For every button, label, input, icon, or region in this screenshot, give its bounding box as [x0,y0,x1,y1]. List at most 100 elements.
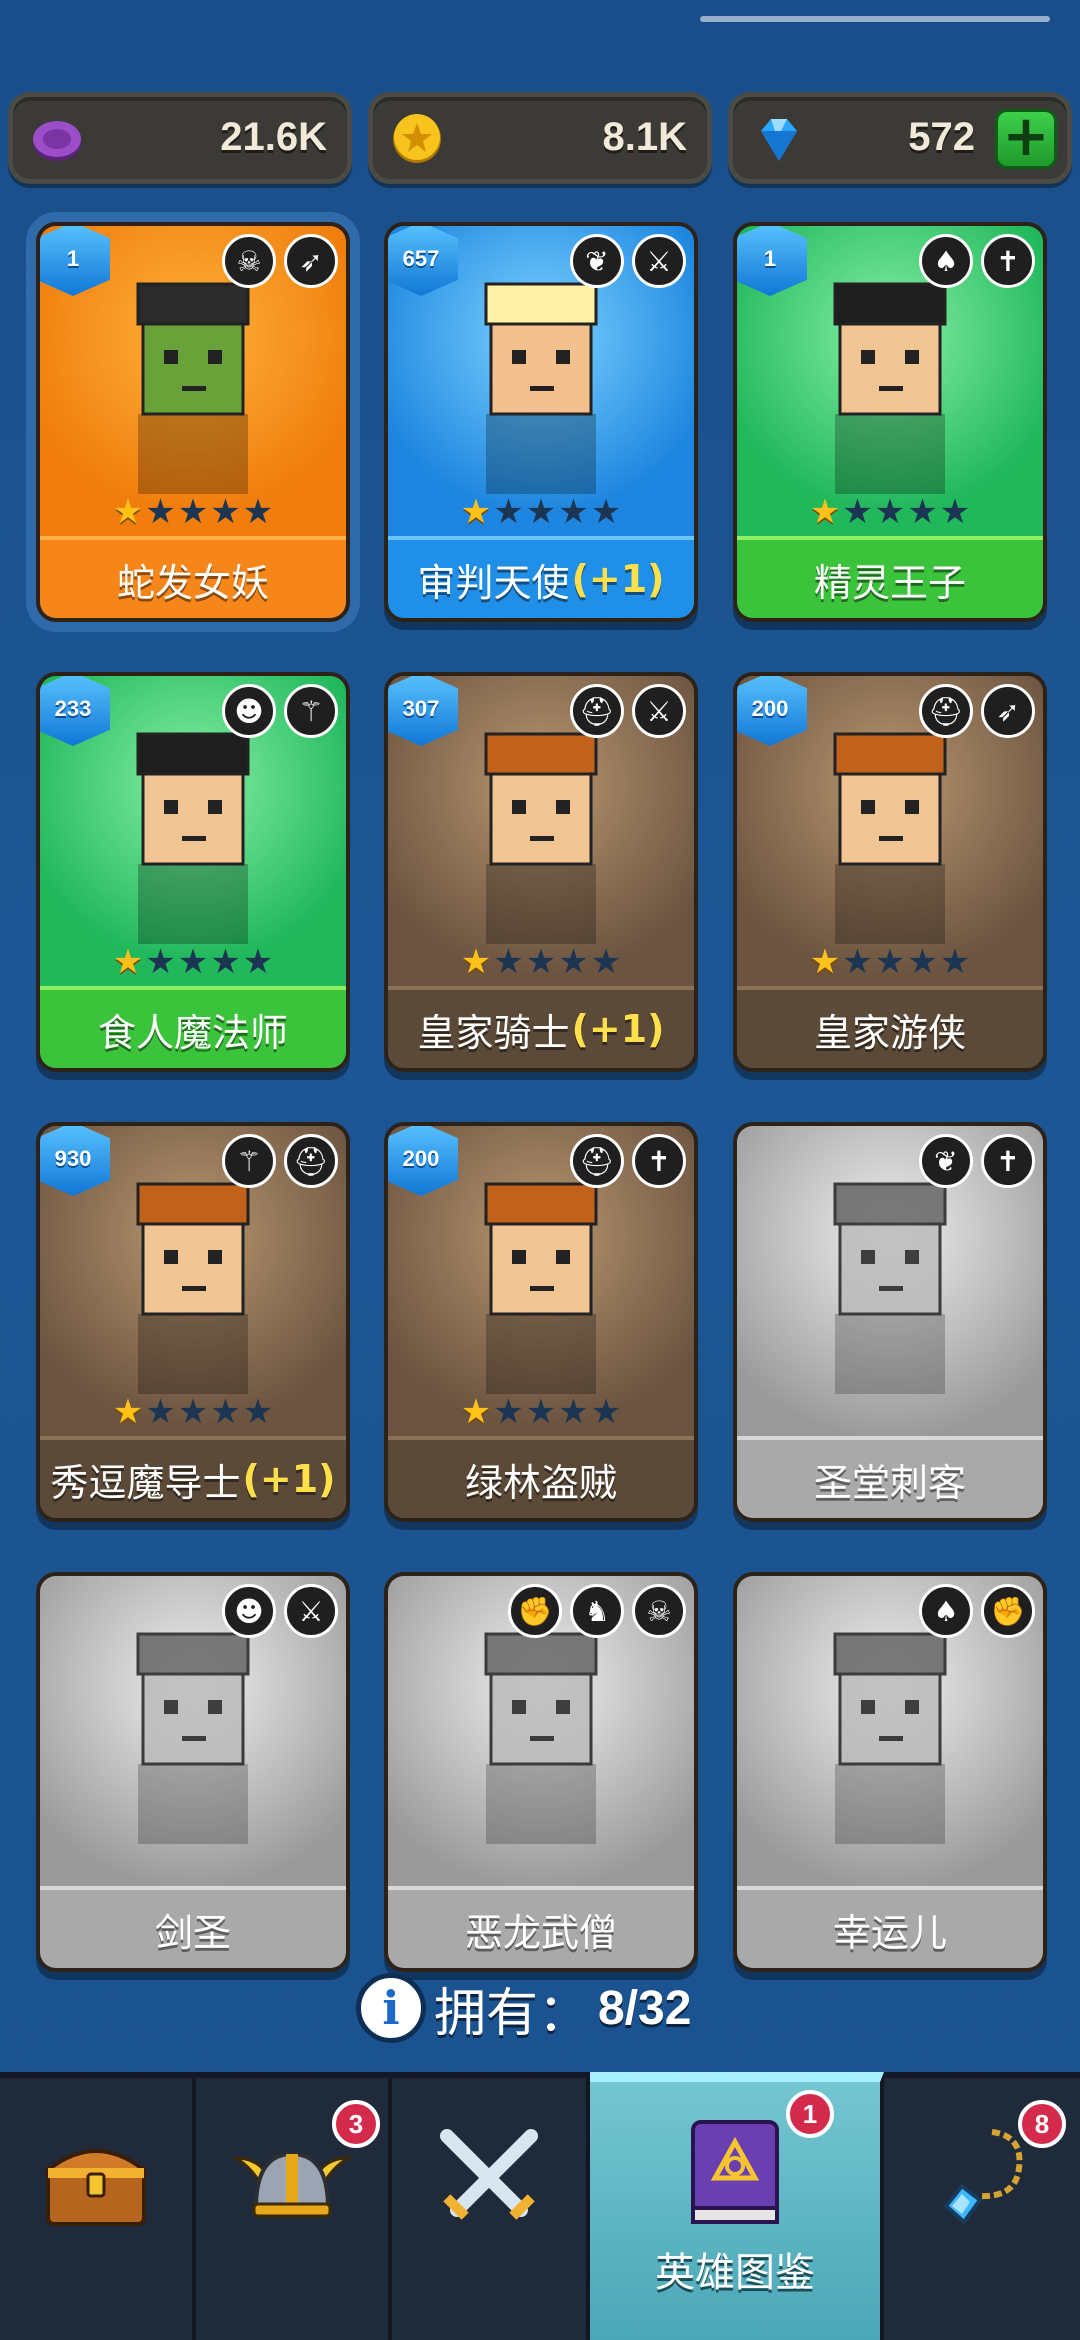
add-gems-button[interactable]: + [995,109,1057,169]
owned-label: 拥有： [434,1983,591,2044]
skull-icon: ☠ [632,1584,686,1638]
star-rating: ★ ★ ★ ★ ★ [40,492,346,532]
hero-card[interactable]: 200 ⛑ ➶ ★ ★ ★ ★ ★ 皇家游侠 [733,672,1047,1072]
hero-card[interactable]: 200 ⛑ ✝ ★ ★ ★ ★ ★ 绿林盗贼 [384,1122,698,1522]
star-empty-icon: ★ [590,492,622,532]
star-empty-icon: ★ [558,1392,589,1432]
hero-card[interactable]: 930 ⚚ ⛑ ★ ★ ★ ★ ★ 秀逗魔导士 (+1) [36,1122,350,1522]
star-empty-icon: ★ [939,942,971,982]
star-empty-icon: ★ [210,492,241,532]
wings-icon: ❦ [919,1134,973,1188]
star-filled-icon: ★ [112,942,144,982]
hero-name-bar: 皇家游侠 [737,986,1043,1068]
star-filled-icon: ★ [809,492,841,532]
gold-value: 8.1K [602,115,688,159]
star-empty-icon: ★ [242,942,274,982]
fist-icon: ✊ [981,1584,1035,1638]
nav-shop[interactable] [0,2078,196,2340]
home-indicator [700,16,1050,22]
viking-helmet-icon [232,2151,352,2218]
nav-codex[interactable]: 英雄图鉴 1 [590,2072,884,2340]
hero-name-bar: 食人魔法师 [40,986,346,1068]
bow-icon: ➶ [284,234,338,288]
hero-portrait [833,1632,947,1844]
hero-portrait [484,282,598,494]
hero-name: 审判天使 [417,560,570,605]
codex-badge: 1 [786,2090,834,2138]
star-empty-icon: ★ [907,492,938,532]
dagger-icon: ✝ [632,1134,686,1188]
star-filled-icon: ★ [460,492,492,532]
hero-name-bar: 蛇发女妖 [40,536,346,618]
nav-heroes[interactable]: 3 [196,2078,392,2340]
star-empty-icon: ★ [907,942,938,982]
hero-card[interactable]: ❦ ✝ 圣堂刺客 [733,1122,1047,1522]
star-filled-icon: ★ [112,1392,144,1432]
ogre-icon: ☻ [222,1584,276,1638]
hero-portrait [833,732,947,944]
staff-icon: ⚚ [222,1134,276,1188]
hero-name: 皇家游侠 [813,1010,966,1055]
star-empty-icon: ★ [145,492,176,532]
star-filled-icon: ★ [460,1392,492,1432]
star-empty-icon: ★ [525,492,557,532]
owned-count: 8/32 [598,1981,692,2035]
nav-items[interactable]: 8 [884,2078,1080,2340]
hero-card[interactable]: 233 ☻ ⚚ ★ ★ ★ ★ ★ 食人魔法师 [36,672,350,1072]
hero-card[interactable]: 657 ❦ ⚔ ★ ★ ★ ★ ★ 审判天使 (+1) [384,222,698,622]
hero-portrait [136,282,250,494]
helmet-icon: ⛑ [919,684,973,738]
codex-label: 英雄图鉴 [655,2250,815,2296]
star-empty-icon: ★ [590,942,622,982]
hero-card[interactable]: 307 ⛑ ⚔ ★ ★ ★ ★ ★ 皇家骑士 (+1) [384,672,698,1072]
star-empty-icon: ★ [842,942,873,982]
hero-name: 幸运儿 [832,1910,947,1955]
hero-card[interactable]: 1 ♠ ✝ ★ ★ ★ ★ ★ 精灵王子 [733,222,1047,622]
star-empty-icon: ★ [145,942,176,982]
bottom-nav: 3 英雄图鉴 1 8 [0,2072,1080,2340]
elf-icon: ♠ [919,1584,973,1638]
skull-icon: ☠ [222,234,276,288]
owned-summary: i 拥有： 8/32 [356,1970,691,2046]
hero-name: 恶龙武僧 [464,1910,617,1955]
hero-portrait [136,732,250,944]
sword-icon: ⚔ [632,234,686,288]
hero-portrait [484,1182,598,1394]
hero-card[interactable]: ♠ ✊ 幸运儿 [733,1572,1047,1972]
star-filled-icon: ★ [460,942,492,982]
hero-name-bar: 精灵王子 [737,536,1043,618]
bow-icon: ➶ [981,684,1035,738]
star-empty-icon: ★ [177,942,209,982]
hero-card[interactable]: 1 ☠ ➶ ★ ★ ★ ★ ★ 蛇发女妖 [36,222,350,622]
star-empty-icon: ★ [242,1392,274,1432]
hero-name: 剑圣 [154,1910,231,1955]
star-empty-icon: ★ [874,942,906,982]
hero-card[interactable]: ☻ ⚔ 剑圣 [36,1572,350,1972]
hero-name-bar: 秀逗魔导士 (+1) [40,1436,346,1518]
nav-battle[interactable] [392,2078,590,2340]
star-filled-icon: ★ [112,492,144,532]
elixir-counter[interactable]: 21.6K [8,92,352,184]
star-empty-icon: ★ [210,1392,241,1432]
star-rating: ★ ★ ★ ★ ★ [737,492,1043,532]
elixir-value: 21.6K [220,115,327,159]
hero-card[interactable]: ✊ ♞ ☠ 恶龙武僧 [384,1572,698,1972]
blue-gem-icon [761,119,797,161]
hero-name-bar: 圣堂刺客 [737,1436,1043,1518]
hero-bonus: (+1) [242,1457,336,1501]
star-empty-icon: ★ [177,492,209,532]
star-filled-icon: ★ [809,942,841,982]
hero-name-bar: 恶龙武僧 [388,1886,694,1968]
hero-portrait [833,282,947,494]
gems-counter[interactable]: 572 + [728,92,1072,184]
hero-portrait [833,1182,947,1394]
star-empty-icon: ★ [525,1392,557,1432]
hero-name-bar: 审判天使 (+1) [388,536,694,618]
gold-counter[interactable]: 8.1K [368,92,712,184]
star-empty-icon: ★ [590,1392,622,1432]
star-rating: ★ ★ ★ ★ ★ [40,942,346,982]
spellbook-icon [691,2120,779,2224]
wings-icon: ❦ [570,234,624,288]
info-icon[interactable]: i [356,1973,426,2043]
star-rating: ★ ★ ★ ★ ★ [40,1392,346,1432]
